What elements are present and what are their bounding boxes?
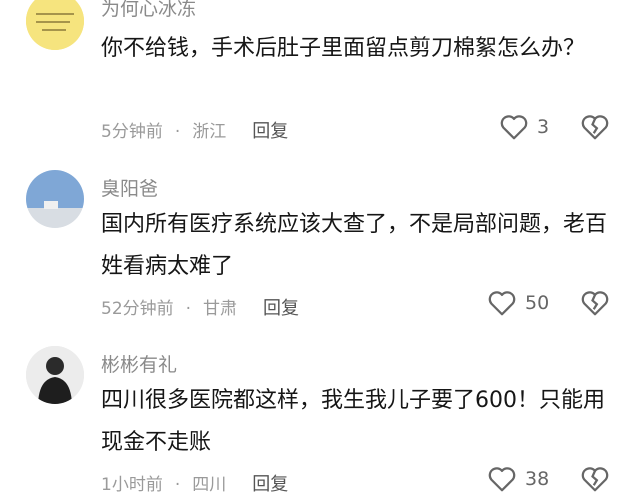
location: 浙江 <box>192 122 227 142</box>
comment-meta: 52分钟前 · 甘肃 回复 <box>101 298 300 319</box>
heart-icon <box>488 291 516 316</box>
broken-heart-icon[interactable] <box>580 113 610 141</box>
like-count: 50 <box>525 292 550 314</box>
comment-meta: 5分钟前 · 浙江 回复 <box>101 121 289 142</box>
like-count: 38 <box>525 468 550 490</box>
user-avatar[interactable] <box>26 170 84 228</box>
heart-icon <box>488 467 516 492</box>
like-button[interactable]: 50 <box>487 289 549 317</box>
like-count: 3 <box>537 116 550 138</box>
comment-item: 为何心冰冻 你不给钱，手术后肚子里面留点剪刀棉絮怎么办？ 5分钟前 · 浙江 回复 3 <box>0 0 640 160</box>
comment-text: 你不给钱，手术后肚子里面留点剪刀棉絮怎么办？ <box>101 36 586 61</box>
timestamp: 1小时前 <box>101 475 163 495</box>
timestamp: 5分钟前 <box>101 122 163 142</box>
reply-button[interactable]: 回复 <box>252 121 288 142</box>
location: 四川 <box>192 475 227 495</box>
comment-text: 国内所有医疗系统应该大查了，不是局部问题，老百姓看病太难了 <box>101 212 608 279</box>
reply-button[interactable]: 回复 <box>263 298 299 319</box>
broken-heart-icon[interactable] <box>580 465 610 493</box>
like-button[interactable]: 3 <box>499 113 549 141</box>
username[interactable]: 臭阳爸 <box>101 174 158 201</box>
note-paper-avatar-icon <box>26 0 84 50</box>
username[interactable]: 为何心冰冻 <box>101 0 196 21</box>
comment-text: 四川很多医院都这样，我生我儿子要了600！只能用现金不走账 <box>101 388 605 455</box>
location: 甘肃 <box>203 299 238 319</box>
comment-item: 臭阳爸 国内所有医疗系统应该大查了，不是局部问题，老百姓看病太难了 52分钟前 ·… <box>0 160 640 330</box>
like-button[interactable]: 38 <box>487 465 549 493</box>
user-avatar[interactable] <box>26 346 84 404</box>
person-avatar-icon <box>26 346 84 404</box>
broken-heart-icon[interactable] <box>580 289 610 317</box>
sky-landscape-avatar-icon <box>26 170 84 228</box>
comment-meta: 1小时前 · 四川 回复 <box>101 474 289 495</box>
user-avatar[interactable] <box>26 0 84 50</box>
comment-item: 彬彬有礼 四川很多医院都这样，我生我儿子要了600！只能用现金不走账 1小时前 ·… <box>0 336 640 495</box>
username[interactable]: 彬彬有礼 <box>101 350 177 377</box>
heart-icon <box>500 115 528 140</box>
timestamp: 52分钟前 <box>101 299 174 319</box>
